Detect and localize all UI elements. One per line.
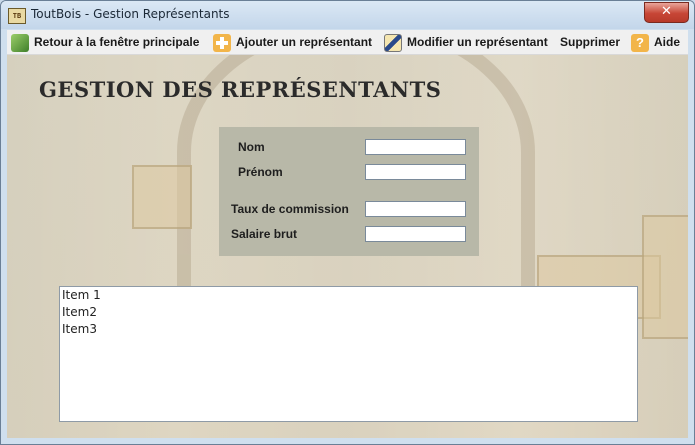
help-button[interactable]: ? Aide: [631, 32, 680, 52]
list-item[interactable]: Item3: [60, 321, 637, 338]
gross-salary-label: Salaire brut: [231, 227, 298, 241]
add-plus-icon: [213, 33, 231, 52]
main-content: Gestion des représentants Nom Prénom Tau…: [7, 55, 688, 438]
background-furniture: [642, 215, 688, 339]
toolbar-label: Aide: [654, 35, 681, 49]
app-window: TB ToutBois - Gestion Représentants ✕ Re…: [0, 0, 695, 445]
toolbar-label: Retour à la fenêtre principale: [34, 35, 200, 49]
toolbar-label: Supprimer: [560, 35, 621, 49]
commission-rate-input[interactable]: [365, 201, 466, 217]
return-home-icon: [11, 33, 29, 52]
background-furniture: [132, 165, 192, 229]
commission-rate-label: Taux de commission: [231, 202, 349, 216]
add-representative-button[interactable]: Ajouter un représentant: [213, 32, 372, 52]
window-title: ToutBois - Gestion Représentants: [31, 7, 230, 21]
edit-representative-button[interactable]: Modifier un représentant: [384, 32, 548, 52]
return-main-window-button[interactable]: Retour à la fenêtre principale: [11, 32, 199, 52]
toolbar-label: Ajouter un représentant: [236, 35, 373, 49]
toolbar-label: Modifier un représentant: [407, 35, 548, 49]
delete-button[interactable]: Supprimer: [560, 32, 620, 52]
help-question-icon: ?: [631, 33, 649, 52]
prenom-label: Prénom: [238, 165, 283, 179]
representatives-list[interactable]: Item 1 Item2 Item3: [59, 286, 638, 422]
toolbar: Retour à la fenêtre principale Ajouter u…: [7, 30, 688, 55]
list-item[interactable]: Item2: [60, 304, 637, 321]
list-item[interactable]: Item 1: [60, 287, 637, 304]
nom-input[interactable]: [365, 139, 466, 155]
edit-pencil-icon: [384, 33, 402, 52]
gross-salary-input[interactable]: [365, 226, 466, 242]
page-title: Gestion des représentants: [39, 77, 442, 102]
representative-form: Nom Prénom Taux de commission Salaire br…: [219, 127, 479, 256]
nom-label: Nom: [238, 140, 265, 154]
app-logo-icon: TB: [8, 8, 26, 24]
prenom-input[interactable]: [365, 164, 466, 180]
title-bar[interactable]: TB ToutBois - Gestion Représentants ✕: [1, 1, 694, 29]
close-button[interactable]: ✕: [644, 2, 689, 23]
